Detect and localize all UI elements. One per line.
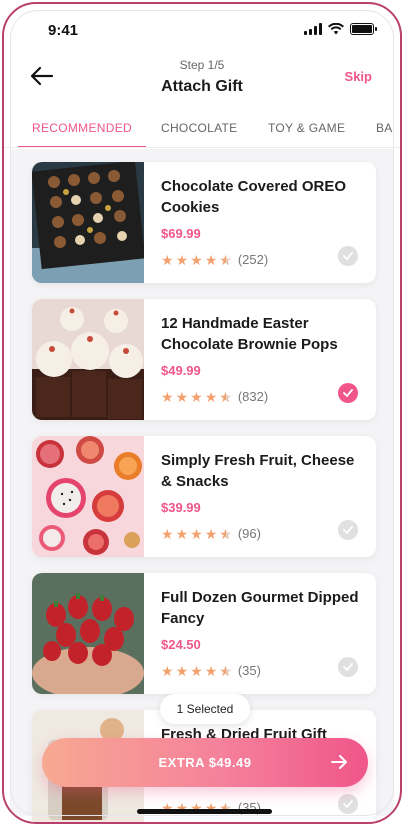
- product-rating: ★★★★★ (96): [161, 526, 261, 541]
- product-name: Chocolate Covered OREO Cookies: [161, 178, 347, 216]
- product-name: 12 Handmade Easter Chocolate Brownie Pop…: [161, 315, 338, 353]
- review-count: (96): [237, 526, 261, 541]
- star-icon: ★: [204, 662, 218, 679]
- product-price: $49.99: [161, 363, 201, 378]
- product-image-strawberries: [32, 573, 144, 694]
- product-price: $69.99: [161, 226, 201, 241]
- product-image-cupcakes: [32, 299, 144, 420]
- tab-partial[interactable]: BA: [376, 121, 393, 135]
- star-icon: ★: [204, 388, 218, 405]
- star-icon: ★: [175, 662, 189, 679]
- arrow-right-icon: [331, 755, 347, 769]
- check-icon: [343, 252, 353, 260]
- star-half-icon: ★: [219, 527, 232, 541]
- star-icon: ★: [190, 388, 203, 405]
- header-title-block: Step 1/5 Attach Gift: [4, 58, 400, 96]
- star-icon: ★: [175, 525, 189, 542]
- select-checkbox[interactable]: [338, 657, 358, 677]
- product-rating: ★★★★★ (252): [161, 252, 268, 267]
- star-icon: ★: [175, 388, 189, 405]
- star-icon: ★: [190, 662, 203, 679]
- check-icon: [343, 663, 353, 671]
- product-card[interactable]: 12 Handmade Easter Chocolate Brownie Pop…: [32, 299, 376, 420]
- product-name: Full Dozen Gourmet Dipped Fancy: [161, 589, 359, 627]
- active-tab-indicator: [18, 146, 146, 147]
- home-indicator[interactable]: [137, 809, 272, 814]
- check-icon: [343, 800, 353, 808]
- status-time: 9:41: [48, 22, 79, 39]
- tab-recommended[interactable]: RECOMMENDED: [32, 121, 132, 135]
- star-icon: ★: [190, 525, 203, 542]
- select-checkbox[interactable]: [338, 246, 358, 266]
- star-icon: ★: [161, 251, 174, 268]
- status-icons: [304, 23, 377, 35]
- cta-label: EXTRA $49.49: [158, 755, 252, 770]
- product-card[interactable]: Full Dozen Gourmet Dipped Fancy $24.50 ★…: [32, 573, 376, 694]
- product-image-chocolate-box: [32, 162, 144, 283]
- product-name: Simply Fresh Fruit, Cheese & Snacks: [161, 452, 355, 490]
- signal-icon: [304, 23, 322, 35]
- product-rating: ★★★★★ (35): [161, 663, 261, 678]
- star-icon: ★: [204, 251, 218, 268]
- star-half-icon: ★: [219, 253, 232, 267]
- selection-count-badge: 1 Selected: [160, 694, 250, 724]
- step-indicator: Step 1/5: [179, 58, 225, 72]
- product-image-fruit-platter: [32, 436, 144, 557]
- phone-frame: 9:41 Step 1/5 Attach Gift Skip RECOMMEND…: [2, 2, 402, 824]
- review-count: (252): [237, 252, 269, 267]
- category-tabs: RECOMMENDED CHOCOLATE TOY & GAME BA: [4, 108, 400, 148]
- check-icon: [343, 526, 353, 534]
- star-half-icon: ★: [219, 390, 232, 404]
- product-price: $39.99: [161, 500, 201, 515]
- star-icon: ★: [190, 251, 203, 268]
- page-title: Attach Gift: [161, 78, 243, 95]
- review-count: (35): [237, 663, 261, 678]
- product-card[interactable]: Simply Fresh Fruit, Cheese & Snacks $39.…: [32, 436, 376, 557]
- select-checkbox[interactable]: [338, 383, 358, 403]
- product-rating: ★★★★★ (832): [161, 389, 268, 404]
- select-checkbox[interactable]: [338, 794, 358, 814]
- product-price: $24.50: [161, 637, 201, 652]
- wifi-icon: [328, 23, 344, 35]
- star-icon: ★: [161, 525, 174, 542]
- extra-price-button[interactable]: EXTRA $49.49: [42, 738, 368, 787]
- skip-button[interactable]: Skip: [345, 69, 372, 84]
- product-card[interactable]: Chocolate Covered OREO Cookies $69.99 ★ ★…: [32, 162, 376, 283]
- tab-chocolate[interactable]: CHOCOLATE: [161, 121, 238, 135]
- check-icon: [343, 389, 353, 397]
- star-icon: ★: [175, 251, 189, 268]
- battery-icon: [350, 23, 377, 35]
- star-icon: ★: [161, 662, 174, 679]
- tab-toy-and-game[interactable]: TOY & GAME: [268, 121, 345, 135]
- star-icon: ★: [161, 388, 174, 405]
- star-half-icon: ★: [219, 664, 232, 678]
- select-checkbox[interactable]: [338, 520, 358, 540]
- review-count: (832): [237, 389, 269, 404]
- star-icon: ★: [204, 525, 218, 542]
